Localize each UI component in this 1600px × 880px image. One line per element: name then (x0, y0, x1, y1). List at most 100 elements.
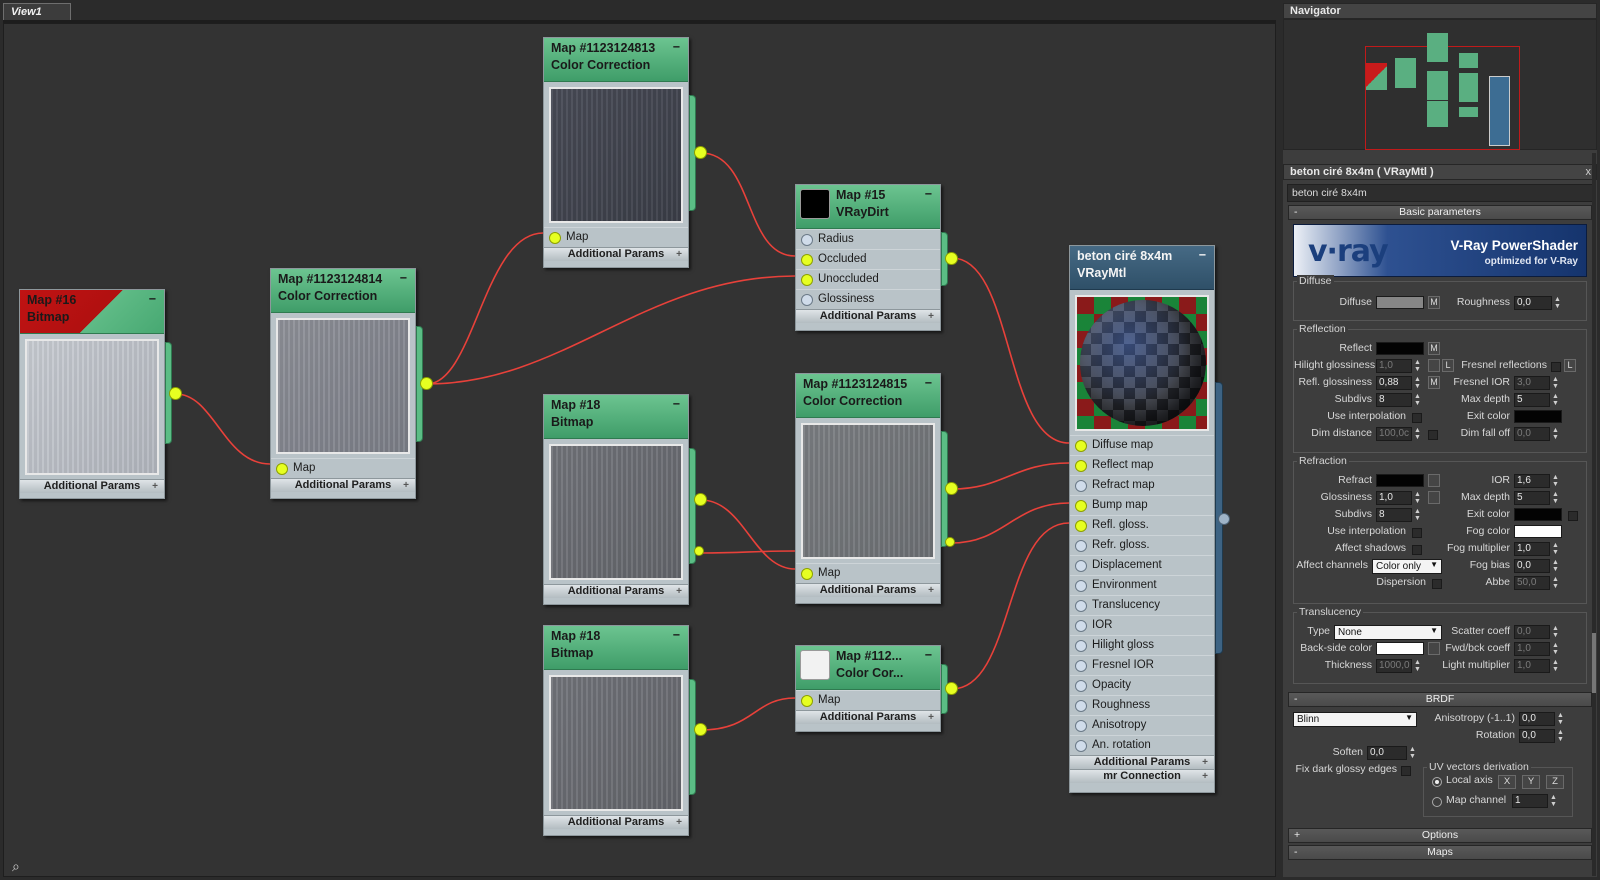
node-header[interactable]: Map #112... Color Cor... − (796, 646, 940, 690)
additional-params-button[interactable]: Additional Params + (544, 584, 688, 598)
node-bitmap-18-a[interactable]: Map #18 Bitmap − Additional Params + (543, 394, 689, 605)
input-socket[interactable] (1075, 700, 1087, 712)
use-interpolation-checkbox[interactable] (1412, 528, 1422, 538)
input-socket-row[interactable]: IOR (1070, 615, 1214, 635)
spinner-icon[interactable]: ▲ ▼ (1551, 491, 1560, 505)
input-socket-row[interactable]: Reflect map (1070, 455, 1214, 475)
spinner-icon[interactable]: ▲ ▼ (1413, 659, 1422, 673)
input-socket[interactable] (1075, 440, 1087, 452)
spinner-icon[interactable]: ▲ ▼ (1413, 393, 1422, 407)
glossiness-field[interactable]: 1,0 (1376, 491, 1412, 505)
subdivs-field[interactable]: 8 (1376, 508, 1412, 522)
translucency-type-dropdown[interactable]: None ▼ (1334, 625, 1442, 640)
input-socket[interactable] (801, 568, 813, 580)
node-color-correction-815[interactable]: Map #1123124815 Color Correction − Map A… (795, 373, 941, 604)
node-header[interactable]: Map #1123124815 Color Correction − (796, 374, 940, 418)
input-socket[interactable] (1075, 600, 1087, 612)
thickness-field[interactable]: 1000,0 (1376, 659, 1412, 673)
input-socket[interactable] (801, 274, 813, 286)
minimize-icon[interactable]: − (673, 39, 680, 56)
output-socket[interactable] (945, 682, 958, 695)
panel-scrollbar[interactable] (1592, 153, 1596, 876)
map-channel-field[interactable]: 1 (1512, 794, 1548, 808)
input-socket-row[interactable]: Refr. gloss. (1070, 535, 1214, 555)
input-socket-row[interactable]: Map (796, 690, 940, 710)
spinner-icon[interactable]: ▲ ▼ (1551, 376, 1560, 390)
input-socket[interactable] (1075, 740, 1087, 752)
spinner-icon[interactable]: ▲ ▼ (1413, 508, 1422, 522)
minimize-icon[interactable]: − (400, 270, 407, 287)
spinner-icon[interactable]: ▲ ▼ (1551, 659, 1560, 673)
soften-field[interactable]: 0,0 (1367, 746, 1407, 760)
refract-map-button[interactable] (1428, 474, 1440, 487)
output-socket[interactable] (945, 252, 958, 265)
input-socket[interactable] (549, 232, 561, 244)
diffuse-map-button[interactable]: M (1428, 296, 1440, 309)
additional-params-button[interactable]: Additional Params + (544, 247, 688, 261)
rollout-brdf[interactable]: - BRDF (1288, 692, 1592, 707)
node-header[interactable]: Map #1123124814 Color Correction − (271, 269, 415, 313)
input-socket-row[interactable]: Refl. gloss. (1070, 515, 1214, 535)
minimize-icon[interactable]: − (1199, 247, 1206, 264)
input-socket[interactable] (801, 695, 813, 707)
output-socket[interactable] (169, 387, 182, 400)
affect-channels-dropdown[interactable]: Color only ▼ (1372, 559, 1442, 574)
anisotropy-field[interactable]: 0,0 (1519, 712, 1555, 726)
output-socket[interactable] (694, 723, 707, 736)
input-socket-row[interactable]: Radius (796, 229, 940, 249)
back-side-color-swatch[interactable] (1376, 642, 1424, 655)
output-socket[interactable] (945, 537, 955, 547)
spinner-icon[interactable]: ▲ ▼ (1551, 576, 1560, 590)
refl-glossiness-field[interactable]: 0,88 (1376, 376, 1412, 390)
node-view-canvas[interactable]: Map #16 Bitmap − Additional Params + Map … (3, 23, 1276, 877)
navigator-view[interactable] (1283, 19, 1597, 150)
binoculars-icon[interactable]: ⌕ (12, 858, 20, 875)
rollout-basic-parameters[interactable]: - Basic parameters (1288, 205, 1592, 220)
node-vraydirt-15[interactable]: Map #15 VRayDirt − Radius Occluded Unocc… (795, 184, 941, 331)
back-side-map-button[interactable] (1428, 642, 1440, 655)
diffuse-color-swatch[interactable] (1376, 296, 1424, 309)
input-socket-row[interactable]: Unoccluded (796, 269, 940, 289)
spinner-icon[interactable]: ▲ ▼ (1551, 559, 1560, 573)
additional-params-button[interactable]: Additional Params + (1070, 755, 1214, 769)
node-bitmap-16[interactable]: Map #16 Bitmap − Additional Params + (19, 289, 165, 499)
input-socket[interactable] (1075, 660, 1087, 672)
input-socket[interactable] (1075, 680, 1087, 692)
spinner-icon[interactable]: ▲ ▼ (1408, 746, 1417, 760)
spinner-icon[interactable]: ▲ ▼ (1413, 427, 1422, 441)
input-socket-row[interactable]: Map (544, 227, 688, 247)
node-color-correction-112[interactable]: Map #112... Color Cor... − Map Additiona… (795, 645, 941, 732)
fog-multiplier-field[interactable]: 1,0 (1514, 542, 1550, 556)
spinner-icon[interactable]: ▲ ▼ (1413, 359, 1422, 373)
node-color-correction-813[interactable]: Map #1123124813 Color Correction − Map A… (543, 37, 689, 268)
spinner-icon[interactable]: ▲ ▼ (1549, 794, 1558, 808)
input-socket[interactable] (1075, 480, 1087, 492)
additional-params-button[interactable]: Additional Params + (796, 583, 940, 597)
input-socket-row[interactable]: Displacement (1070, 555, 1214, 575)
input-socket-row[interactable]: Glossiness (796, 289, 940, 309)
input-socket-row[interactable]: Opacity (1070, 675, 1214, 695)
additional-params-button[interactable]: Additional Params + (796, 710, 940, 724)
input-socket-row[interactable]: Map (796, 563, 940, 583)
view-tab[interactable]: View1 (3, 3, 71, 21)
spinner-icon[interactable]: ▲ ▼ (1551, 474, 1560, 488)
input-socket-row[interactable]: Translucency (1070, 595, 1214, 615)
node-header[interactable]: Map #1123124813 Color Correction − (544, 38, 688, 82)
spinner-icon[interactable]: ▲ ▼ (1551, 542, 1560, 556)
input-socket-row[interactable]: Diffuse map (1070, 435, 1214, 455)
additional-params-button[interactable]: Additional Params + (544, 815, 688, 829)
node-vraymtl[interactable]: beton ciré 8x4m VRayMtl − Diffuse map Re… (1069, 245, 1215, 793)
node-header[interactable]: Map #15 VRayDirt − (796, 185, 940, 229)
input-socket[interactable] (1075, 540, 1087, 552)
exit-color-swatch[interactable] (1514, 410, 1562, 423)
spinner-icon[interactable]: ▲ ▼ (1413, 376, 1422, 390)
fog-color-swatch[interactable] (1514, 525, 1562, 538)
input-socket[interactable] (1075, 620, 1087, 632)
glossiness-map-button[interactable] (1428, 491, 1440, 504)
axis-x-button[interactable]: X (1498, 775, 1516, 789)
input-socket-row[interactable]: Map (271, 458, 415, 478)
input-socket[interactable] (1075, 460, 1087, 472)
node-color-correction-814[interactable]: Map #1123124814 Color Correction − Map A… (270, 268, 416, 499)
minimize-icon[interactable]: − (925, 186, 932, 203)
node-header[interactable]: Map #18 Bitmap − (544, 395, 688, 439)
